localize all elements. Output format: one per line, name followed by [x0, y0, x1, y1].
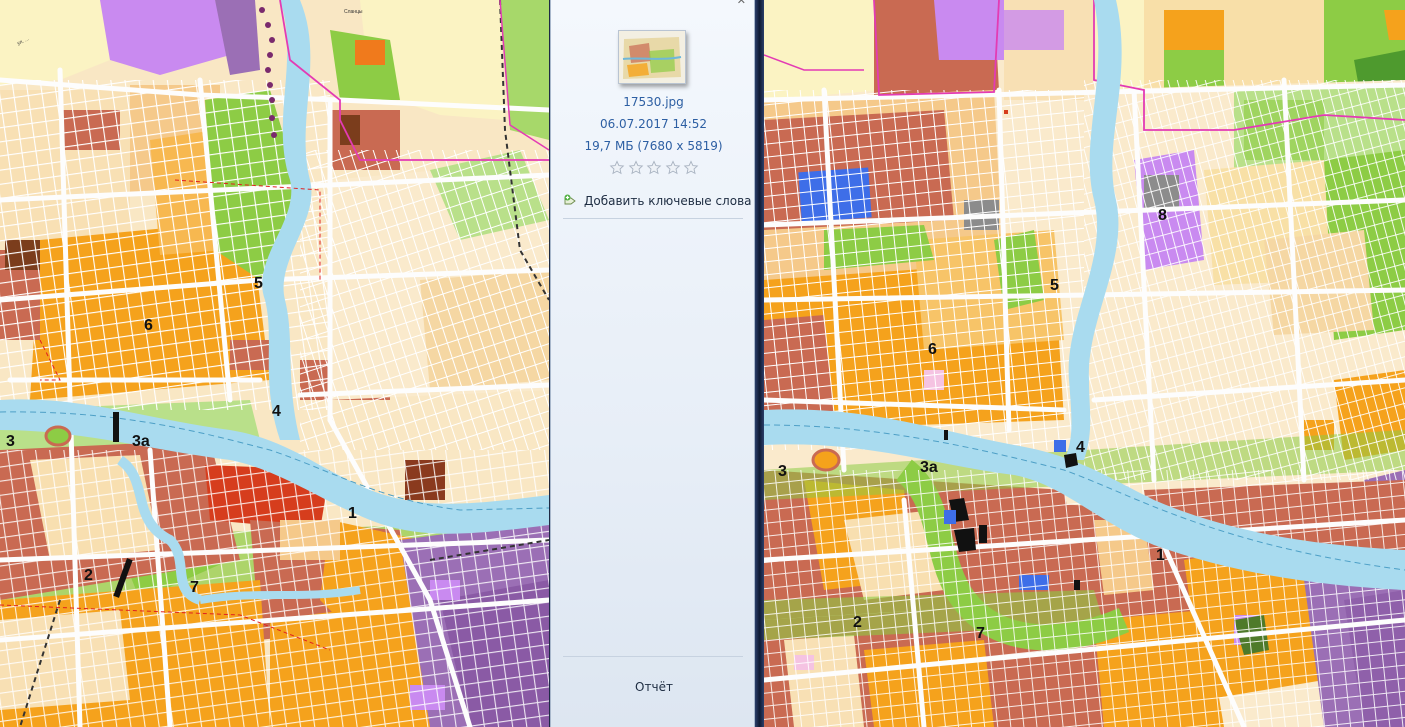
file-thumbnail[interactable] — [618, 30, 686, 84]
map-right-label-6: 6 — [928, 341, 937, 358]
file-info-panel: ✕ 17530.jpg 06.07.2017 14:52 19,7 МБ (76… — [550, 0, 755, 727]
map-right-label-8: 8 — [1158, 207, 1167, 224]
map-left-label-3: 3 — [6, 433, 15, 450]
map-left-canvas: Сланцы ул. ... 5 6 4 3 3а 1 2 7 — [0, 0, 549, 727]
map-left-label-1: 1 — [348, 505, 357, 522]
map-right-label-7: 7 — [976, 625, 985, 642]
star-icon[interactable] — [683, 160, 699, 176]
map-left-label-5: 5 — [254, 275, 263, 292]
pane-divider[interactable] — [755, 0, 764, 727]
divider-line — [563, 218, 743, 219]
file-date: 06.07.2017 14:52 — [599, 117, 708, 131]
map-right-label-1: 1 — [1156, 547, 1165, 564]
map-left-label-4: 4 — [272, 403, 281, 420]
divider-line — [563, 656, 743, 657]
add-tag-icon — [564, 194, 576, 205]
star-icon[interactable] — [646, 160, 662, 176]
close-icon[interactable]: ✕ — [737, 0, 746, 7]
map-right-label-3: 3 — [778, 463, 787, 480]
map-left-label-6: 6 — [144, 317, 153, 334]
map-left-label-7: 7 — [190, 579, 199, 596]
map-left[interactable]: Сланцы ул. ... 5 6 4 3 3а 1 2 7 — [0, 0, 549, 727]
add-keywords-label: Добавить ключевые слова — [584, 194, 752, 208]
map-right-label-5: 5 — [1050, 277, 1059, 294]
report-button[interactable]: Отчёт — [611, 676, 697, 698]
add-keywords-link[interactable]: Добавить ключевые слова — [563, 194, 752, 208]
map-right-label-2: 2 — [853, 614, 862, 631]
map-left-label-2: 2 — [84, 567, 93, 584]
map-right-canvas: 8 5 6 4 3 3а 1 2 7 — [764, 0, 1405, 727]
map-right-label-4: 4 — [1076, 439, 1085, 456]
map-right[interactable]: 8 5 6 4 3 3а 1 2 7 — [764, 0, 1405, 727]
file-size: 19,7 МБ (7680 x 5819) — [584, 139, 723, 153]
map-left-label-3a: 3а — [132, 433, 150, 450]
map-right-label-3a: 3а — [920, 459, 938, 476]
svg-text:Сланцы: Сланцы — [344, 9, 363, 15]
rating-stars[interactable] — [609, 160, 699, 176]
star-icon[interactable] — [609, 160, 625, 176]
file-name: 17530.jpg — [623, 95, 684, 109]
star-icon[interactable] — [665, 160, 681, 176]
star-icon[interactable] — [628, 160, 644, 176]
